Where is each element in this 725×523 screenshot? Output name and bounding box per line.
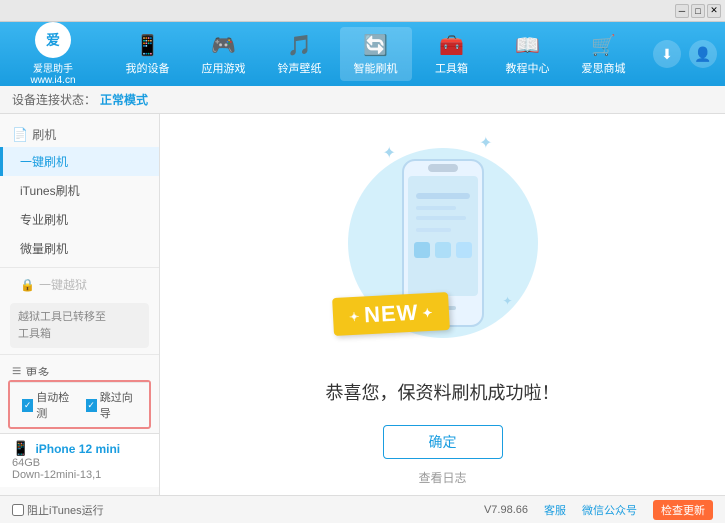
nav-toolbox[interactable]: 🧰 工具箱 (416, 27, 488, 81)
skip-wizard-label: 跳过向导 (100, 389, 137, 421)
my-device-label: 我的设备 (126, 60, 170, 76)
store-icon: 🛒 (591, 33, 616, 58)
phone-illustration: ✦ ✦ ✦ (343, 123, 543, 363)
logo-text: 爱思助手 (33, 60, 73, 75)
toolbox-label: 工具箱 (435, 60, 468, 76)
flash-section-label: 刷机 (32, 126, 56, 143)
sidebar-item-one-click-flash[interactable]: 一键刷机 (0, 147, 159, 176)
stop-itunes-checkbox[interactable] (12, 504, 24, 516)
jailbreak-info-line1: 越狱工具已转移至 (18, 311, 106, 323)
auto-connect-checkbox[interactable] (22, 399, 33, 412)
sidebar: 📄 刷机 一键刷机 iTunes刷机 专业刷机 微量刷机 (0, 114, 160, 495)
stop-itunes-label[interactable]: 阻止iTunes运行 (12, 502, 104, 518)
version-text: V7.98.66 (484, 504, 528, 516)
main-area: 📄 刷机 一键刷机 iTunes刷机 专业刷机 微量刷机 (0, 114, 725, 495)
logo-subtext: www.i4.cn (30, 75, 75, 86)
sidebar-item-micro-flash[interactable]: 微量刷机 (0, 234, 159, 263)
device-name: iPhone 12 mini (35, 442, 120, 456)
skip-wizard-checkbox-label[interactable]: 跳过向导 (86, 389, 138, 421)
sidebar-divider-2 (0, 354, 159, 355)
lock-icon: 🔒 (20, 278, 35, 292)
wechat-link[interactable]: 微信公众号 (582, 502, 637, 518)
download-button[interactable]: ⬇ (653, 40, 681, 68)
more-section-label: 更多 (25, 364, 49, 377)
jailbreak-info-line2: 工具箱 (18, 328, 51, 340)
device-icon: 📱 (12, 440, 29, 457)
nav-apps-games[interactable]: 🎮 应用游戏 (188, 27, 260, 81)
jailbreak-label: 一键越狱 (39, 276, 87, 293)
device-info-panel: 📱 iPhone 12 mini 64GB Down-12mini-13,1 (0, 433, 159, 487)
sparkle-3: ✦ (502, 294, 512, 308)
jailbreak-section: 🔒 一键越狱 (0, 272, 159, 297)
tutorials-icon: 📖 (515, 33, 540, 58)
bottom-bar: 阻止iTunes运行 V7.98.66 客服 微信公众号 检查更新 (0, 495, 725, 523)
confirm-button[interactable]: 确定 (383, 425, 503, 459)
sidebar-content: 📄 刷机 一键刷机 iTunes刷机 专业刷机 微量刷机 (0, 122, 159, 487)
status-bar: 设备连接状态： 正常模式 (0, 86, 725, 114)
check-update-button[interactable]: 检查更新 (653, 500, 713, 520)
apps-games-label: 应用游戏 (202, 60, 246, 76)
new-badge: NEW (332, 292, 450, 336)
stop-itunes-text: 阻止iTunes运行 (27, 502, 104, 518)
one-click-flash-label: 一键刷机 (20, 155, 68, 169)
bottom-right: V7.98.66 客服 微信公众号 检查更新 (484, 500, 713, 520)
nav-store[interactable]: 🛒 爱思商城 (568, 27, 640, 81)
flash-section-header[interactable]: 📄 刷机 (0, 122, 159, 147)
nav-right-buttons: ⬇ 👤 (653, 40, 717, 68)
sidebar-scroll: 📄 刷机 一键刷机 iTunes刷机 专业刷机 微量刷机 (0, 122, 159, 376)
pro-flash-label: 专业刷机 (20, 213, 68, 227)
auto-connect-label: 自动检测 (36, 389, 73, 421)
smart-flash-icon: 🔄 (363, 33, 388, 58)
maximize-button[interactable]: □ (691, 4, 705, 18)
device-system: Down-12mini-13,1 (12, 469, 147, 481)
nav-tutorials[interactable]: 📖 教程中心 (492, 27, 564, 81)
close-button[interactable]: ✕ (707, 4, 721, 18)
minimize-button[interactable]: ─ (675, 4, 689, 18)
title-bar: ─ □ ✕ (0, 0, 725, 22)
user-button[interactable]: 👤 (689, 40, 717, 68)
smart-flash-label: 智能刷机 (354, 60, 398, 76)
itunes-flash-label: iTunes刷机 (20, 184, 80, 198)
tutorials-label: 教程中心 (506, 60, 550, 76)
content-area: ✦ ✦ ✦ (160, 114, 725, 495)
auto-connect-checkbox-label[interactable]: 自动检测 (22, 389, 74, 421)
again-link[interactable]: 查看日志 (418, 469, 466, 486)
status-label: 设备连接状态： (12, 91, 96, 108)
more-section-icon: ≡ (12, 363, 21, 376)
store-label: 爱思商城 (582, 60, 626, 76)
more-section-header[interactable]: ≡ 更多 (0, 359, 159, 376)
ringtones-label: 铃声壁纸 (278, 60, 322, 76)
checkbox-row: 自动检测 跳过向导 (10, 382, 149, 427)
apps-games-icon: 🎮 (211, 33, 236, 58)
status-value: 正常模式 (100, 91, 148, 108)
nav-items: 📱 我的设备 🎮 应用游戏 🎵 铃声壁纸 🔄 智能刷机 🧰 工具箱 📖 教程中心… (98, 27, 653, 81)
sparkle-2: ✦ (479, 133, 492, 153)
logo-icon: 爱 (35, 22, 71, 58)
skip-wizard-checkbox[interactable] (86, 399, 97, 412)
sidebar-divider-1 (0, 267, 159, 268)
micro-flash-label: 微量刷机 (20, 242, 68, 256)
device-storage: 64GB (12, 457, 147, 469)
my-device-icon: 📱 (135, 33, 160, 58)
nav-ringtones[interactable]: 🎵 铃声壁纸 (264, 27, 336, 81)
ringtones-icon: 🎵 (287, 33, 312, 58)
toolbox-icon: 🧰 (439, 33, 464, 58)
logo-area: 爱 爱思助手 www.i4.cn (8, 22, 98, 86)
top-nav: 爱 爱思助手 www.i4.cn 📱 我的设备 🎮 应用游戏 🎵 铃声壁纸 🔄 … (0, 22, 725, 86)
customer-service-link[interactable]: 客服 (544, 502, 566, 518)
sidebar-item-itunes-flash[interactable]: iTunes刷机 (0, 176, 159, 205)
nav-smart-flash[interactable]: 🔄 智能刷机 (340, 27, 412, 81)
flash-section-icon: 📄 (12, 127, 28, 143)
bottom-left: 阻止iTunes运行 (12, 502, 104, 518)
sidebar-item-pro-flash[interactable]: 专业刷机 (0, 205, 159, 234)
success-title: 恭喜您，保资料刷机成功啦！ (326, 379, 560, 405)
jailbreak-info-box: 越狱工具已转移至 工具箱 (10, 303, 149, 348)
nav-my-device[interactable]: 📱 我的设备 (112, 27, 184, 81)
sparkle-1: ✦ (383, 143, 396, 163)
